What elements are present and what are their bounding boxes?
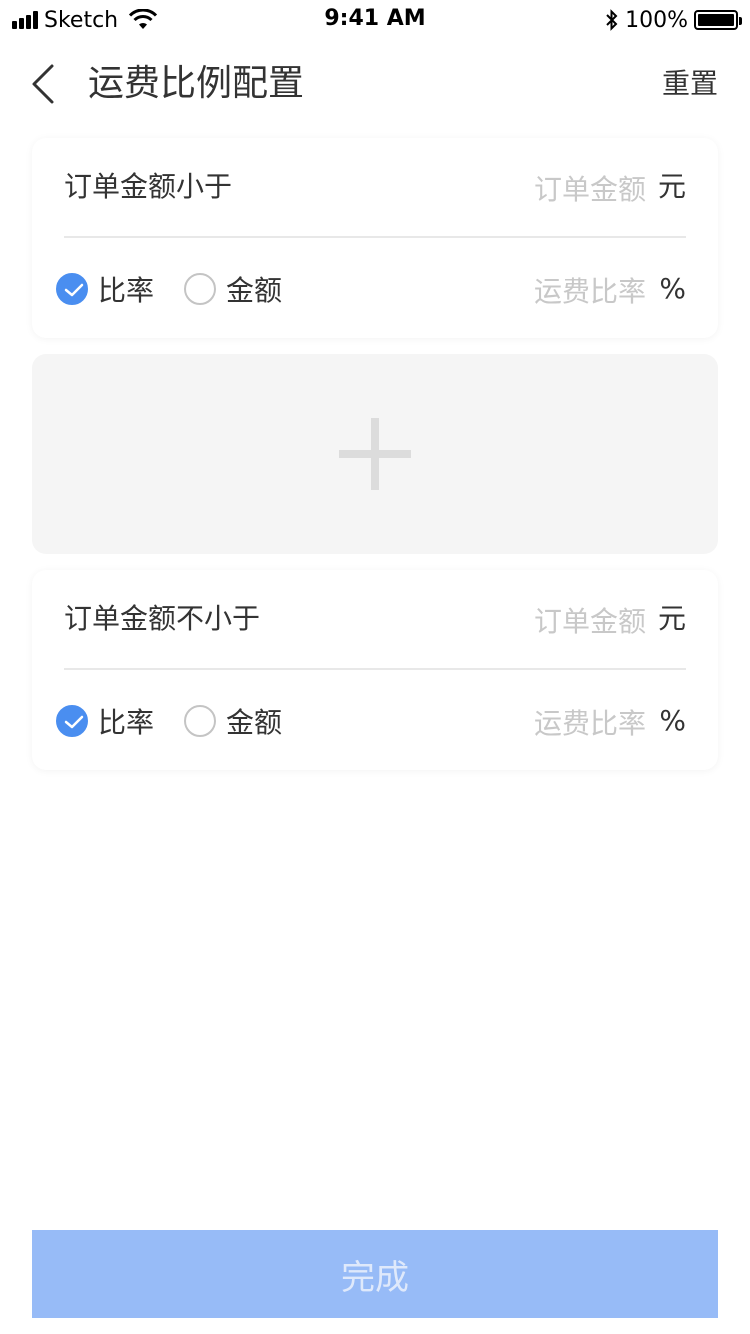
nav-bar: 运费比例配置 重置 [0, 40, 750, 128]
fee-unit: % [659, 272, 686, 305]
status-right: 100% [605, 6, 742, 34]
page-title: 运费比例配置 [88, 63, 305, 104]
chevron-left-icon [32, 64, 54, 104]
plus-icon [339, 418, 411, 490]
amount-option[interactable]: 金额 [184, 240, 282, 338]
rule-card: 订单金额不小于 元 比率 金额 % [32, 570, 718, 770]
fee-row: 比率 金额 % [32, 240, 718, 338]
radio-checked-icon[interactable] [56, 273, 88, 305]
done-button[interactable]: 完成 [32, 1230, 718, 1318]
battery-percent: 100% [625, 7, 688, 33]
radio-unchecked-icon[interactable] [184, 273, 216, 305]
amount-row: 订单金额小于 元 [32, 138, 718, 236]
amount-option-label: 金额 [226, 274, 283, 307]
fee-unit: % [659, 704, 686, 737]
amount-input[interactable] [444, 600, 648, 642]
reset-button[interactable]: 重置 [662, 62, 718, 106]
rule-card: 订单金额小于 元 比率 金额 % [32, 138, 718, 338]
amount-option[interactable]: 金额 [184, 672, 282, 770]
radio-checked-icon[interactable] [56, 705, 88, 737]
divider [64, 668, 686, 670]
amount-option-label: 金额 [226, 706, 283, 739]
fee-row: 比率 金额 % [32, 672, 718, 770]
fee-input[interactable] [444, 270, 648, 312]
amount-row: 订单金额不小于 元 [32, 570, 718, 668]
fee-input[interactable] [444, 702, 648, 744]
rate-option[interactable]: 比率 [56, 672, 154, 770]
rate-option-label: 比率 [98, 706, 155, 739]
radio-unchecked-icon[interactable] [184, 705, 216, 737]
condition-label: 订单金额不小于 [64, 602, 261, 635]
battery-icon [694, 10, 742, 30]
divider [64, 236, 686, 238]
amount-unit: 元 [657, 602, 686, 635]
bluetooth-icon [606, 9, 618, 31]
rate-option[interactable]: 比率 [56, 240, 154, 338]
rate-option-label: 比率 [98, 274, 155, 307]
status-bar: Sketch 9:41 AM 100% [0, 0, 750, 40]
back-button[interactable] [24, 60, 64, 108]
condition-label: 订单金额小于 [64, 170, 233, 203]
add-rule-button[interactable] [32, 354, 718, 554]
amount-unit: 元 [657, 170, 686, 203]
amount-input[interactable] [444, 168, 648, 210]
